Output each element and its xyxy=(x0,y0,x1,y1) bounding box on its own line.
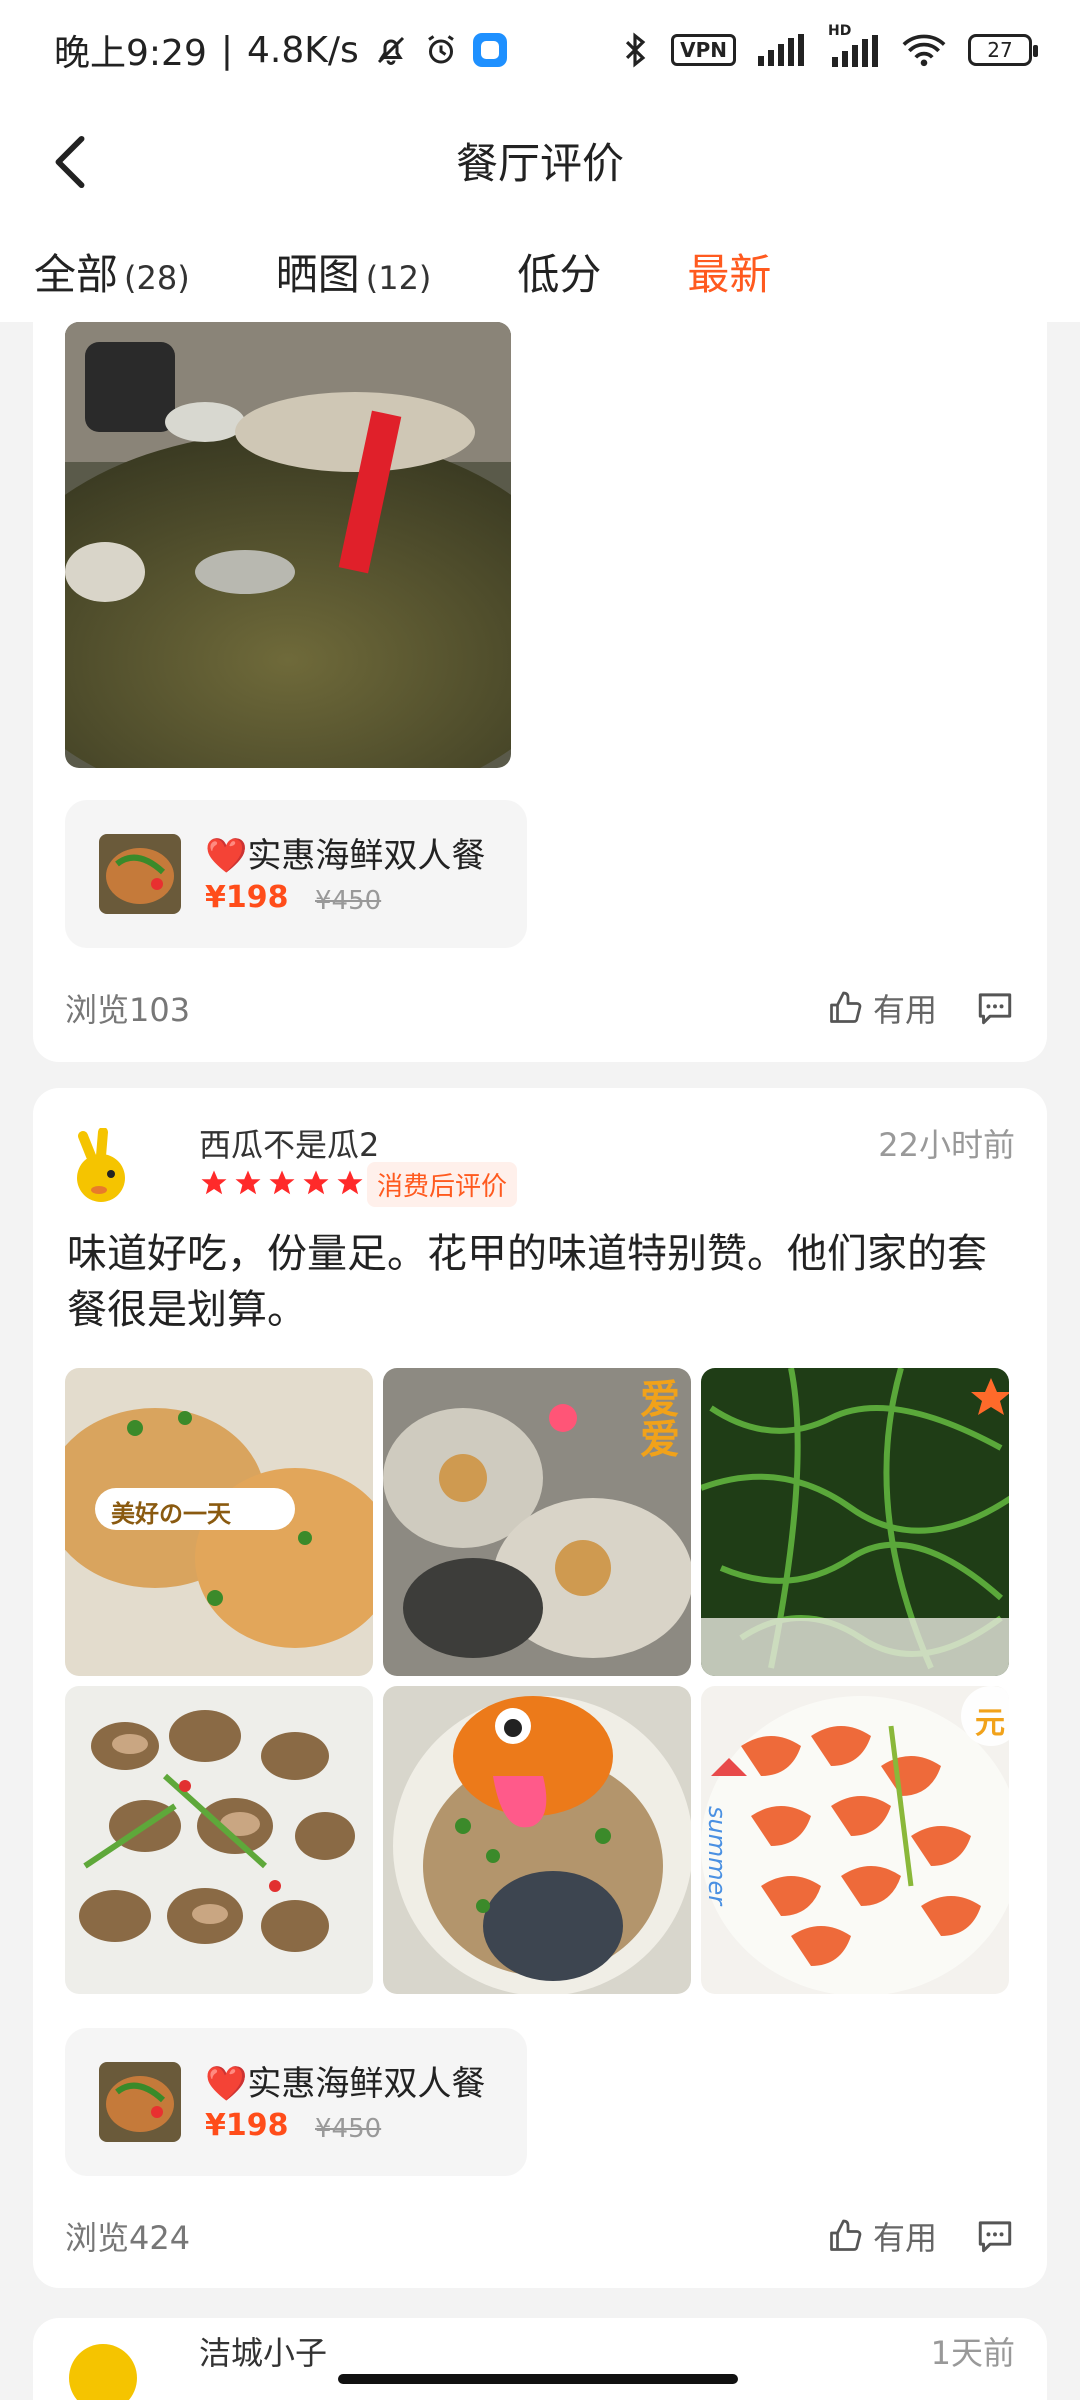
review-photo[interactable] xyxy=(65,322,511,768)
status-time: 晚上9:29 xyxy=(54,33,207,74)
vpn-icon: VPN xyxy=(671,34,736,66)
thumbs-up-icon xyxy=(830,991,862,1023)
set-meal-thumbnail xyxy=(99,834,181,914)
wifi-icon xyxy=(902,33,946,67)
review-text: 味道好吃，份量足。花甲的味道特别赞。他们家的套餐很是划算。 xyxy=(67,1231,987,1333)
tab-all[interactable]: 全部 (28) xyxy=(34,241,190,302)
tab-low-score[interactable]: 低分 xyxy=(517,241,601,302)
comment-button[interactable] xyxy=(975,2218,1015,2254)
tab-photos-label: 晒图 xyxy=(275,249,360,299)
review-photo[interactable] xyxy=(65,1686,373,1994)
tab-all-label: 全部 xyxy=(34,249,119,299)
photo-sticker-text: 元 xyxy=(975,1706,1005,1741)
photo-sticker-text: summer xyxy=(703,1806,731,1906)
set-meal-card[interactable]: ❤️实惠海鲜双人餐 ¥198 ¥450 xyxy=(65,800,527,948)
header: 餐厅评价 xyxy=(0,100,1080,220)
review-photo[interactable]: 爱爱 xyxy=(383,1368,691,1676)
battery-icon: 27 xyxy=(968,34,1038,66)
avatar[interactable] xyxy=(69,1127,137,1206)
review-card: 西瓜不是瓜2 消费后评价 22小时前 味道好吃，份量足。花甲的味道特别赞。他们家… xyxy=(33,1088,1047,2288)
set-meal-price: ¥198 xyxy=(205,880,289,915)
tab-latest[interactable]: 最新 xyxy=(687,241,772,328)
status-divider: | xyxy=(220,29,233,71)
bluetooth-icon xyxy=(621,31,649,69)
tab-all-count: (28) xyxy=(124,258,190,297)
reviewer-name[interactable]: 西瓜不是瓜2 xyxy=(199,1120,379,1166)
useful-label: 有用 xyxy=(872,991,937,1029)
review-photo[interactable]: 美好の一天 xyxy=(65,1368,373,1676)
view-count: 浏览103 xyxy=(65,991,191,1029)
back-button[interactable] xyxy=(30,122,110,202)
reviewer-name[interactable]: 洁城小子 xyxy=(199,2328,327,2374)
app-notification-icon xyxy=(472,33,507,67)
review-photo[interactable] xyxy=(701,1368,1009,1676)
review-photo[interactable] xyxy=(383,1686,691,1994)
thumbs-up-icon xyxy=(830,2219,862,2251)
network-speed: 4.8K/s xyxy=(246,29,359,71)
star-icon xyxy=(303,1170,329,1195)
review-header: 西瓜不是瓜2 消费后评价 22小时前 xyxy=(69,1114,1015,1214)
comment-button[interactable] xyxy=(975,990,1015,1026)
star-icon xyxy=(269,1170,295,1195)
review-card: 洁城小子 1天前 xyxy=(33,2318,1047,2400)
tab-low-score-label: 低分 xyxy=(517,249,602,299)
review-footer: 浏览424 有用 xyxy=(65,2206,1015,2266)
tab-photos[interactable]: 晒图 (12) xyxy=(276,241,432,302)
useful-button[interactable]: 有用 xyxy=(827,985,937,1031)
set-meal-price: ¥198 xyxy=(205,2108,289,2143)
post-consumption-badge: 消费后评价 xyxy=(367,1162,518,1207)
chevron-left-icon xyxy=(55,135,85,189)
photo-sticker-text: 爱爱 xyxy=(633,1378,679,1458)
home-indicator[interactable] xyxy=(338,2374,738,2384)
set-meal-original-price: ¥450 xyxy=(315,2114,382,2144)
page-title: 餐厅评价 xyxy=(455,138,624,188)
review-card: ❤️实惠海鲜双人餐 ¥198 ¥450 浏览103 有用 xyxy=(33,300,1047,1062)
bell-mute-icon xyxy=(373,32,409,68)
status-bar: 晚上9:29 | 4.8K/s VPN HD 27 xyxy=(0,0,1080,100)
review-photo[interactable]: summer 元 xyxy=(701,1686,1009,1994)
review-footer: 浏览103 有用 xyxy=(65,978,1015,1038)
set-meal-original-price: ¥450 xyxy=(315,886,382,916)
avatar[interactable] xyxy=(69,2344,137,2400)
useful-button[interactable]: 有用 xyxy=(827,2213,937,2259)
useful-label: 有用 xyxy=(872,2219,937,2257)
signal-hd-icon: HD xyxy=(828,23,880,67)
set-meal-name: ❤️实惠海鲜双人餐 xyxy=(205,2064,486,2104)
comment-icon xyxy=(978,993,1012,1025)
star-icon xyxy=(201,1170,227,1195)
tab-latest-label: 最新 xyxy=(687,249,772,299)
star-icon xyxy=(235,1170,261,1195)
review-time: 1天前 xyxy=(930,2334,1015,2372)
review-time: 22小时前 xyxy=(878,1126,1015,1164)
set-meal-card[interactable]: ❤️实惠海鲜双人餐 ¥198 ¥450 xyxy=(65,2028,527,2176)
comment-icon xyxy=(978,2221,1012,2253)
tab-photos-count: (12) xyxy=(365,258,432,297)
star-rating xyxy=(199,1168,365,1198)
star-icon xyxy=(337,1170,363,1195)
signal-icon xyxy=(758,34,806,66)
alarm-icon xyxy=(423,32,459,68)
photo-sticker-text: 美好の一天 xyxy=(111,1500,231,1528)
set-meal-thumbnail xyxy=(99,2062,181,2142)
view-count: 浏览424 xyxy=(65,2219,191,2257)
hd-label: HD xyxy=(828,23,852,39)
battery-level: 27 xyxy=(987,38,1013,62)
set-meal-name: ❤️实惠海鲜双人餐 xyxy=(205,836,486,876)
